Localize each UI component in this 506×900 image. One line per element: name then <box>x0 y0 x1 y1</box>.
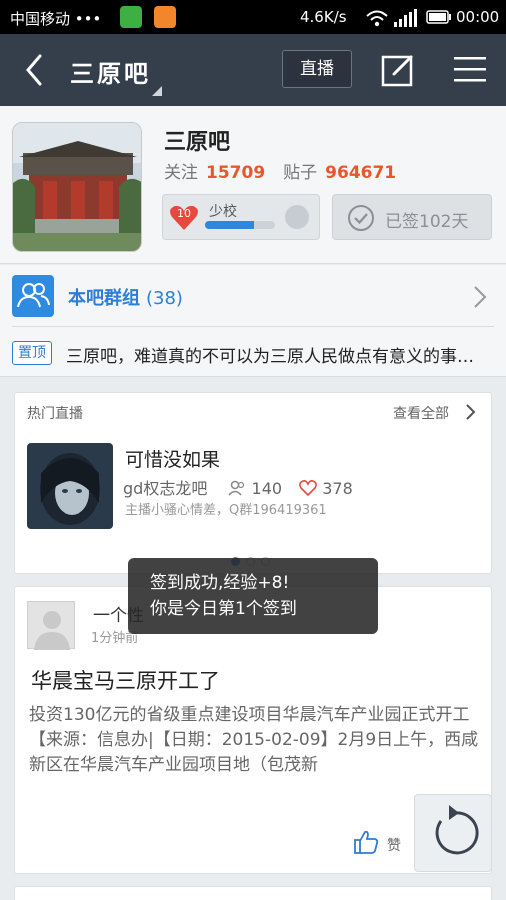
live-title[interactable]: 可惜没如果 <box>125 445 220 472</box>
rank-title: 少校 <box>209 204 237 220</box>
pinned-text: 三原吧，难道真的不可以为三原人民做点有意义的事情吗 <box>66 347 486 367</box>
signal-icon <box>394 9 417 27</box>
forum-avatar[interactable] <box>12 122 142 252</box>
sign-in-toast: 签到成功,经验+8! 你是今日第1个签到 <box>128 558 378 634</box>
game-app-icon <box>154 6 176 28</box>
post-title: 华晨宝马三原开工了 <box>31 669 220 693</box>
group-count: (38) <box>146 288 183 309</box>
live-section-title: 热门直播 <box>27 406 83 422</box>
live-meta: gd权志龙吧 140 378 <box>123 475 353 499</box>
pinned-post[interactable]: 置顶 三原吧，难道真的不可以为三原人民做点有意义的事情吗 <box>0 327 506 377</box>
menu-icon[interactable] <box>452 54 488 84</box>
live-host: 主播小骚心情差，Q群196419361 <box>125 503 327 518</box>
forum-stats: 关注 15709 贴子 964671 <box>164 158 414 183</box>
forum-groups-row[interactable]: 本吧群组 (38) <box>0 265 506 327</box>
wifi-icon <box>366 10 388 27</box>
back-icon[interactable] <box>20 52 50 88</box>
signed-days: 已签102天 <box>385 212 469 232</box>
nav-title[interactable]: 三原吧 <box>70 54 151 89</box>
edit-icon[interactable] <box>380 52 416 88</box>
check-circle-icon <box>348 205 374 231</box>
viewer-count: 140 <box>251 479 283 498</box>
level-progress-bar <box>205 221 275 229</box>
like-count: 378 <box>322 479 353 498</box>
post-body: 投资130亿元的省级重点建设项目华晨汽车产业园正式开工【来源：信息办|【日期：2… <box>29 705 479 775</box>
level-badge[interactable]: 10 少校 <box>162 194 320 240</box>
posts-label: 贴子 <box>283 163 318 183</box>
follow-label: 关注 <box>164 163 198 183</box>
group-icon <box>12 275 54 317</box>
live-thumbnail[interactable] <box>27 443 113 529</box>
forum-header: 三原吧 关注 15709 贴子 964671 10 少校 已签102天 <box>0 106 506 264</box>
clock: 00:00 <box>456 8 500 26</box>
battery-icon <box>426 10 451 24</box>
pinned-tag: 置顶 <box>12 341 52 365</box>
forum-name: 三原吧 <box>164 130 231 155</box>
view-all-link[interactable]: 查看全部 <box>393 403 449 423</box>
network-speed: 4.6K/s <box>300 8 347 26</box>
posts-count: 964671 <box>325 163 397 183</box>
thumbs-up-icon[interactable] <box>353 829 379 855</box>
viewers-icon <box>228 479 251 498</box>
heart-icon <box>299 479 322 498</box>
toast-line-2: 你是今日第1个签到 <box>150 599 297 619</box>
live-button[interactable]: 直播 <box>282 50 352 88</box>
chevron-right-icon <box>474 286 487 308</box>
live-forum: gd权志龙吧 <box>123 479 208 498</box>
carrier-label: 中国移动 ••• <box>10 10 102 28</box>
signed-in-button[interactable]: 已签102天 <box>332 194 492 240</box>
top-nav-bar: 三原吧 直播 <box>0 34 506 106</box>
toast-line-1: 签到成功,经验+8! <box>150 573 290 593</box>
user-avatar[interactable] <box>27 601 75 650</box>
refresh-button[interactable] <box>414 794 492 872</box>
follow-count: 15709 <box>206 163 266 183</box>
chevron-right-icon[interactable] <box>465 404 477 420</box>
level-number: 10 <box>177 207 191 220</box>
group-label: 本吧群组 (38) <box>68 288 183 309</box>
battery-app-icon <box>120 6 142 28</box>
refresh-icon <box>435 805 479 855</box>
rocket-icon[interactable] <box>285 205 309 229</box>
status-bar: 中国移动 ••• 4.6K/s 00:00 <box>0 0 506 34</box>
next-post-card[interactable] <box>14 886 492 900</box>
hot-live-card: 热门直播 查看全部 可惜没如果 gd权志龙吧 140 378 主播小骚心情差，Q… <box>14 392 492 574</box>
title-dropdown-icon[interactable] <box>152 86 162 96</box>
like-label[interactable]: 赞 <box>387 835 401 855</box>
